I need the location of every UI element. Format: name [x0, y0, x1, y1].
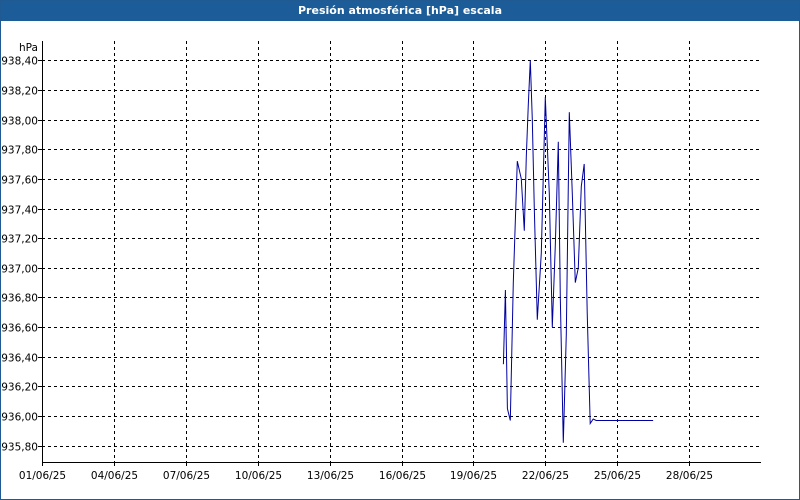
chart-window: Presión atmosférica [hPa] escala 935,80 9… [0, 0, 800, 500]
y-tick-label: 937,60 [1, 175, 38, 187]
window-title: Presión atmosférica [hPa] escala [1, 1, 799, 21]
x-tick-label: 28/06/25 [666, 470, 713, 482]
x-tick-label: 01/06/25 [19, 470, 66, 482]
y-tick-label: 936,40 [1, 353, 38, 365]
x-tick-label: 04/06/25 [91, 470, 138, 482]
x-tick-label: 13/06/25 [307, 470, 354, 482]
y-tick-label: 936,60 [1, 323, 38, 335]
y-axis-label: hPa [19, 42, 38, 54]
x-tick-label: 25/06/25 [594, 470, 641, 482]
y-tick-label: 935,80 [1, 442, 38, 454]
grid [42, 41, 761, 462]
series-line-0 [502, 60, 654, 443]
pressure-chart: 935,80 936,00 936,20 936,40 936,60 936,80 937,… [1, 41, 761, 482]
x-tick-label: 16/06/25 [379, 470, 426, 482]
x-tick-label: 07/06/25 [163, 470, 210, 482]
x-tick-label: 10/06/25 [235, 470, 282, 482]
series-layer [502, 60, 654, 443]
axes [38, 41, 761, 466]
y-tick-label: 937,80 [1, 145, 38, 157]
y-tick-label: 938,20 [1, 86, 38, 98]
y-tick-label: 937,40 [1, 205, 38, 217]
y-tick-label: 938,40 [1, 56, 38, 68]
y-tick-label: 936,20 [1, 382, 38, 394]
y-tick-label: 938,00 [1, 116, 38, 128]
x-tick-label: 22/06/25 [522, 470, 569, 482]
y-tick-label: 937,00 [1, 264, 38, 276]
y-tick-label: 936,80 [1, 293, 38, 305]
y-tick-label: 937,20 [1, 234, 38, 246]
y-tick-label: 936,00 [1, 412, 38, 424]
x-tick-label: 19/06/25 [450, 470, 497, 482]
